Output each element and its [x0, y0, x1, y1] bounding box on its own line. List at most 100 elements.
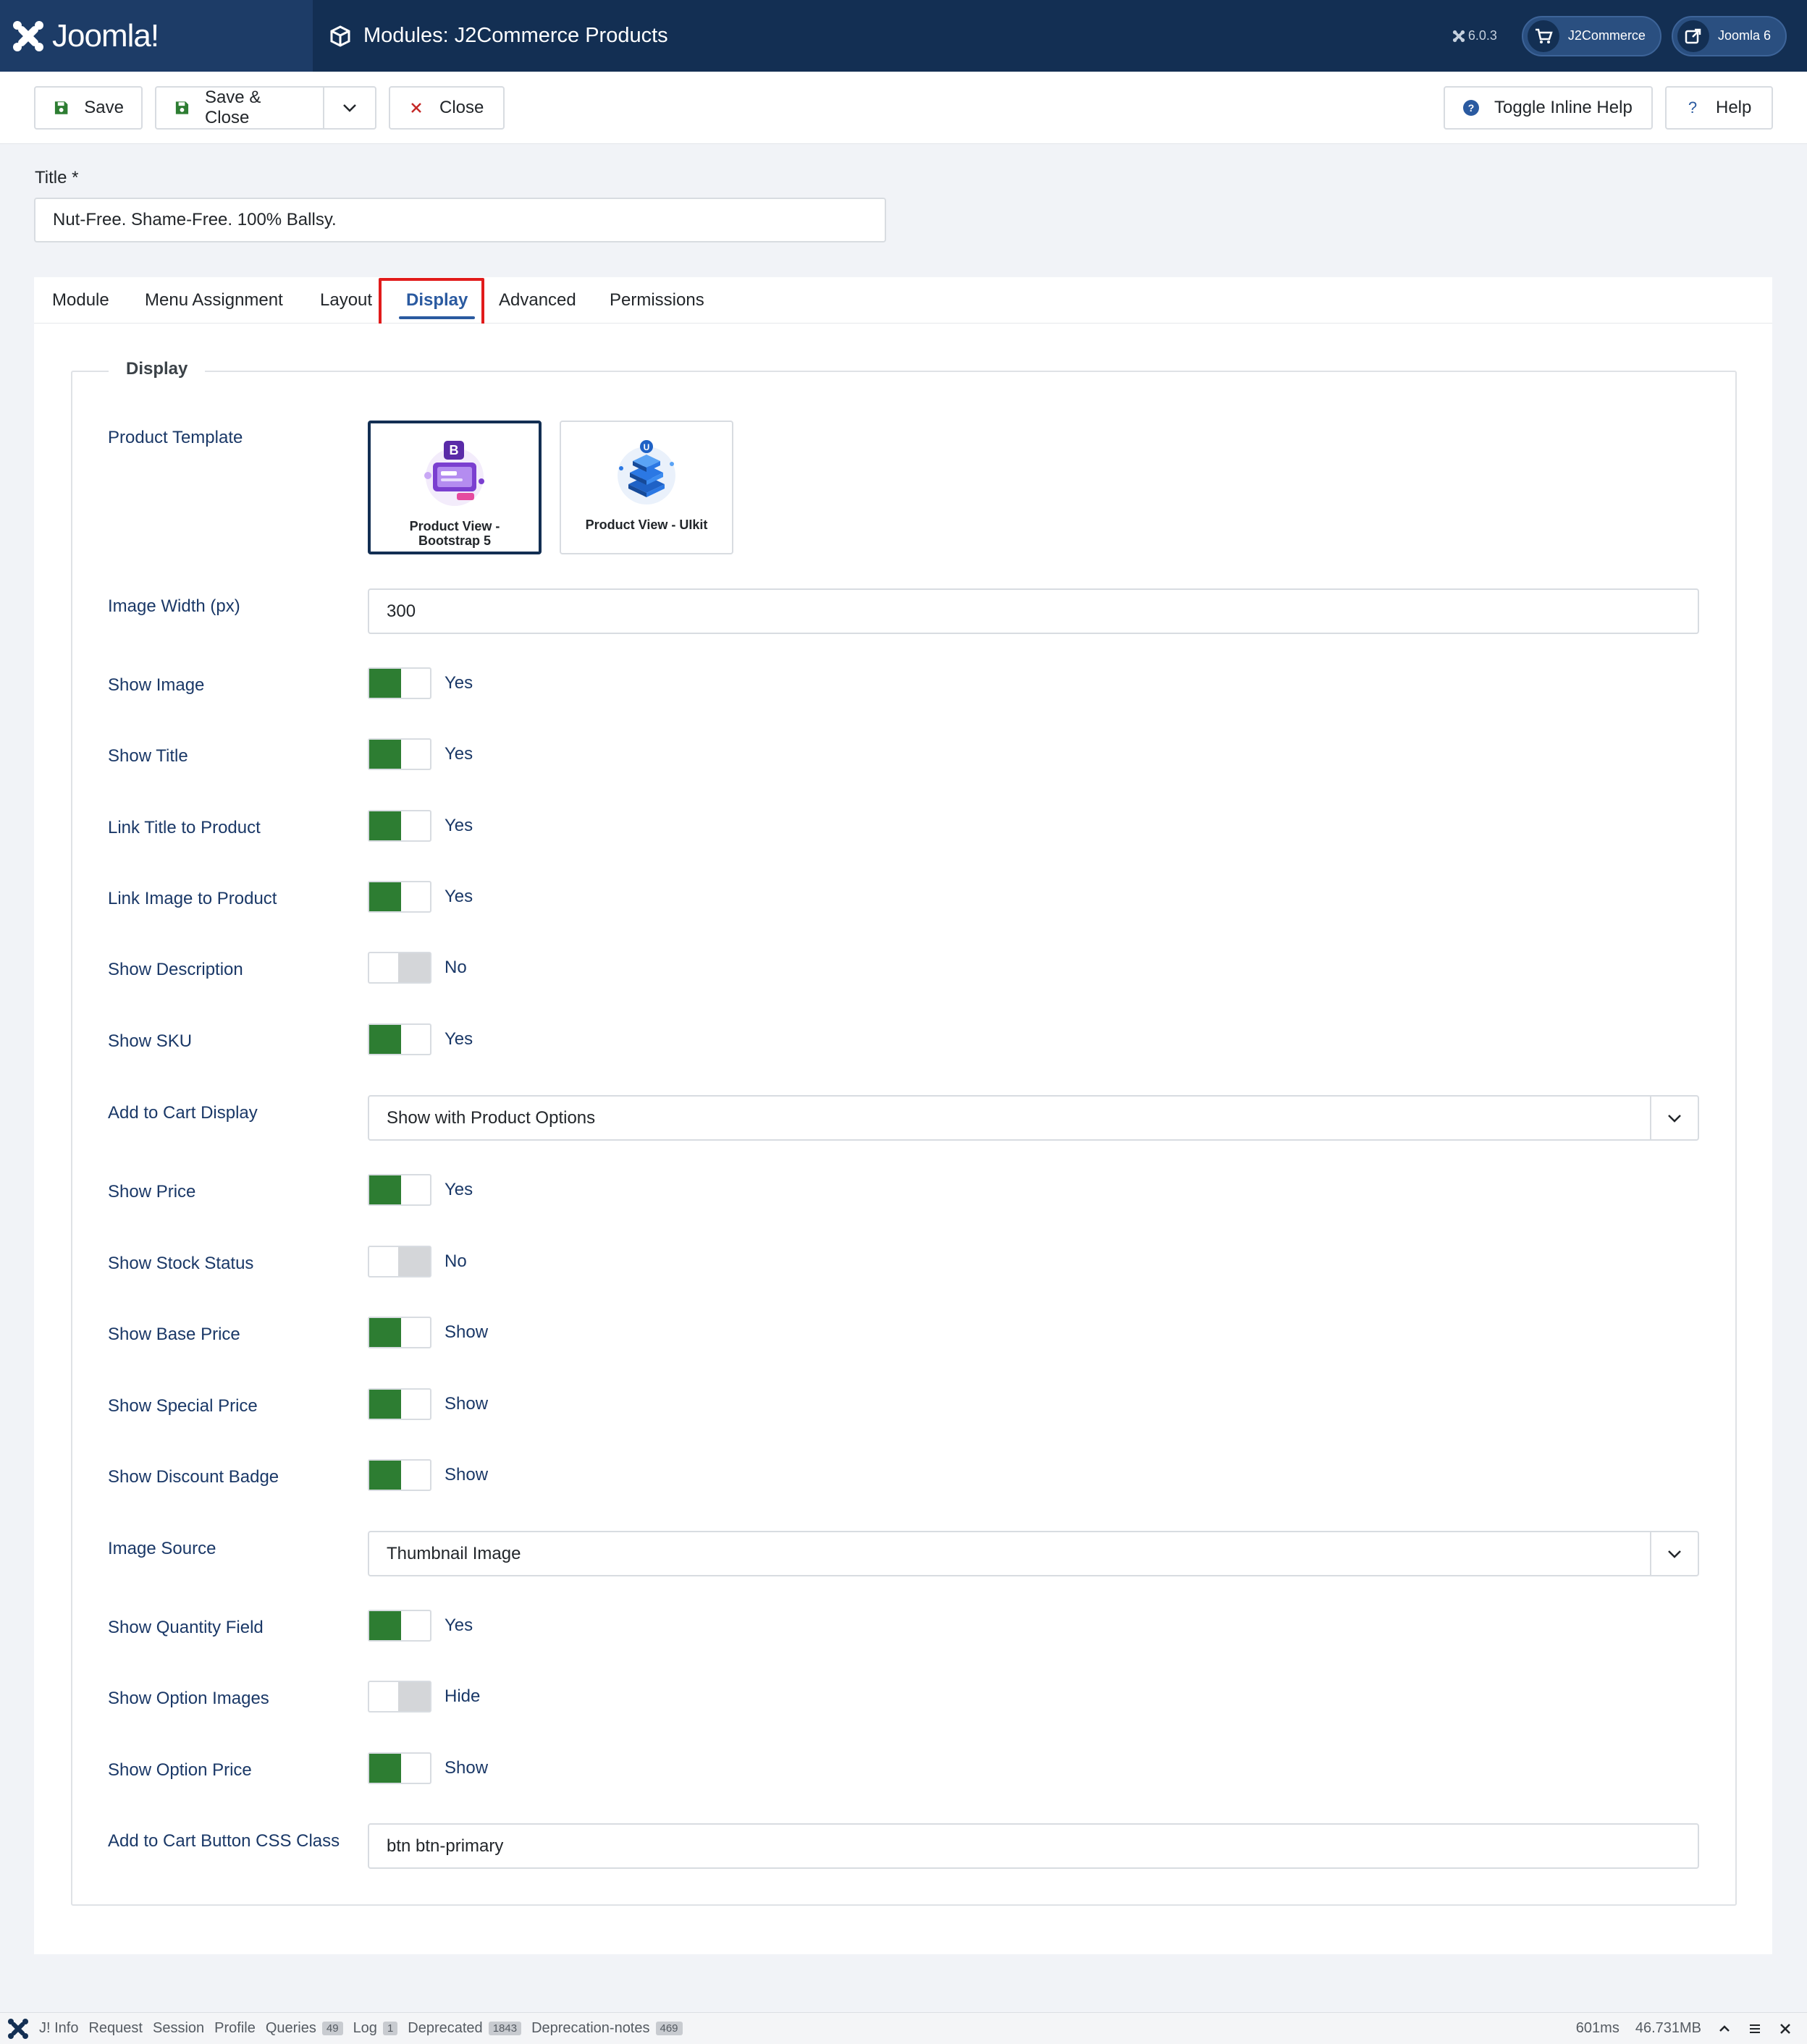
save-icon [54, 101, 68, 114]
link-image-label: Link Image to Product [108, 889, 277, 908]
show-option-images-label: Show Option Images [108, 1689, 269, 1708]
cart-button-class-input[interactable] [368, 1823, 1699, 1869]
save-dropdown-toggle[interactable] [323, 86, 376, 130]
show-description-value: No [445, 958, 467, 977]
toggle-inline-help-button[interactable]: ? Toggle Inline Help [1444, 86, 1653, 130]
tab-layout[interactable]: Layout [320, 277, 372, 324]
external-link-icon [1677, 20, 1709, 52]
link-title-switch[interactable] [368, 810, 431, 842]
show-sku-label: Show SKU [108, 1031, 193, 1051]
show-title-label: Show Title [108, 746, 188, 766]
title-label: Title * [35, 168, 79, 187]
bootstrap-illustration-icon: B [424, 441, 484, 506]
j2commerce-link-label: J2Commerce [1567, 28, 1646, 43]
show-base-price-value: Show [445, 1322, 489, 1342]
show-title-switch[interactable] [368, 738, 431, 770]
switch-knob [398, 953, 430, 982]
debug-deprecation-notes[interactable]: Deprecation-notes 469 [531, 2020, 683, 2037]
svg-text:?: ? [1468, 102, 1475, 114]
show-description-switch[interactable] [368, 952, 431, 984]
question-circle-icon: ? [1463, 100, 1479, 116]
debug-log-label: Log [353, 2020, 377, 2036]
chevron-down-icon [1650, 1532, 1698, 1575]
toolbar: Save Save & Close Close ? Toggle Inline … [0, 72, 1807, 144]
product-template-label: Product Template [108, 428, 243, 447]
chevron-down-icon [1650, 1097, 1698, 1139]
joomla6-link[interactable]: Joomla 6 [1671, 15, 1787, 56]
close-icon[interactable] [1778, 2022, 1793, 2036]
uikit-illustration-icon: U [618, 440, 675, 504]
template-card-bootstrap5[interactable]: B Product View - Bootstrap 5 [368, 421, 542, 554]
page-title-text: Modules: J2Commerce Products [363, 24, 668, 47]
tab-menu-assignment[interactable]: Menu Assignment [145, 277, 283, 324]
switch-knob [369, 1318, 401, 1347]
switch-knob [369, 740, 401, 769]
template-card-uikit[interactable]: U Product View - UIkit [560, 421, 733, 554]
tab-display[interactable]: Display [398, 277, 476, 324]
close-button[interactable]: Close [389, 86, 505, 130]
tab-module[interactable]: Module [52, 277, 109, 324]
switch-knob [369, 1390, 401, 1419]
show-image-label: Show Image [108, 675, 205, 695]
show-special-price-value: Show [445, 1394, 489, 1414]
debug-deprecated-count: 1843 [488, 2022, 522, 2035]
debug-queries[interactable]: Queries 49 [266, 2020, 343, 2037]
debug-request[interactable]: Request [88, 2020, 143, 2037]
tab-advanced[interactable]: Advanced [499, 277, 576, 324]
link-title-label: Link Title to Product [108, 818, 261, 837]
show-stock-label: Show Stock Status [108, 1254, 254, 1273]
debug-deprecated[interactable]: Deprecated 1843 [408, 2020, 522, 2037]
show-option-price-switch[interactable] [368, 1752, 431, 1784]
show-quantity-switch[interactable] [368, 1610, 431, 1642]
close-button-label: Close [439, 98, 484, 117]
show-sku-switch[interactable] [368, 1023, 431, 1055]
link-title-value: Yes [445, 816, 473, 835]
title-input[interactable] [34, 198, 886, 242]
show-stock-value: No [445, 1251, 467, 1271]
switch-knob [369, 1611, 401, 1640]
add-to-cart-display-select[interactable]: Show with Product Options [368, 1095, 1699, 1141]
switch-knob [369, 811, 401, 840]
save-icon [175, 101, 189, 114]
debug-bar: J! Info Request Session Profile Queries … [0, 2012, 1807, 2044]
tab-permissions[interactable]: Permissions [610, 277, 704, 324]
image-source-select[interactable]: Thumbnail Image [368, 1531, 1699, 1576]
joomla6-link-label: Joomla 6 [1717, 28, 1771, 43]
j2commerce-link[interactable]: J2Commerce [1521, 15, 1661, 56]
save-button[interactable]: Save [34, 86, 143, 130]
show-price-switch[interactable] [368, 1174, 431, 1206]
debug-deprecation-notes-count: 469 [655, 2022, 683, 2035]
show-discount-badge-switch[interactable] [368, 1459, 431, 1491]
question-icon: ? [1688, 99, 1697, 117]
show-image-switch[interactable] [368, 667, 431, 699]
debug-session[interactable]: Session [153, 2020, 204, 2037]
settings-lines-icon[interactable] [1748, 2022, 1762, 2036]
toggle-inline-help-label: Toggle Inline Help [1494, 98, 1633, 117]
chevron-up-icon[interactable] [1717, 2022, 1732, 2036]
switch-knob [369, 1461, 401, 1490]
debug-deprecated-label: Deprecated [408, 2020, 483, 2036]
joomla-logo[interactable]: Joomla! [0, 0, 313, 72]
debug-queries-label: Queries [265, 2020, 316, 2036]
help-button[interactable]: ? Help [1665, 86, 1773, 130]
svg-text:U: U [644, 442, 650, 452]
show-title-value: Yes [445, 744, 473, 764]
show-base-price-switch[interactable] [368, 1317, 431, 1348]
show-base-price-label: Show Base Price [108, 1325, 240, 1344]
joomla-logo-icon [13, 20, 43, 51]
show-special-price-label: Show Special Price [108, 1396, 258, 1416]
show-stock-switch[interactable] [368, 1246, 431, 1278]
debug-profile[interactable]: Profile [214, 2020, 256, 2037]
switch-knob [369, 1175, 401, 1204]
joomla-debug-icon[interactable] [6, 2016, 30, 2041]
debug-info[interactable]: J! Info [39, 2020, 78, 2037]
cube-icon [330, 25, 350, 47]
cart-button-class-label: Add to Cart Button CSS Class [108, 1831, 340, 1851]
show-option-images-switch[interactable] [368, 1681, 431, 1713]
debug-log[interactable]: Log 1 [353, 2020, 398, 2037]
image-width-input[interactable] [368, 588, 1699, 634]
link-image-switch[interactable] [368, 881, 431, 913]
save-close-button[interactable]: Save & Close [155, 86, 324, 130]
show-price-label: Show Price [108, 1182, 196, 1202]
show-special-price-switch[interactable] [368, 1388, 431, 1420]
